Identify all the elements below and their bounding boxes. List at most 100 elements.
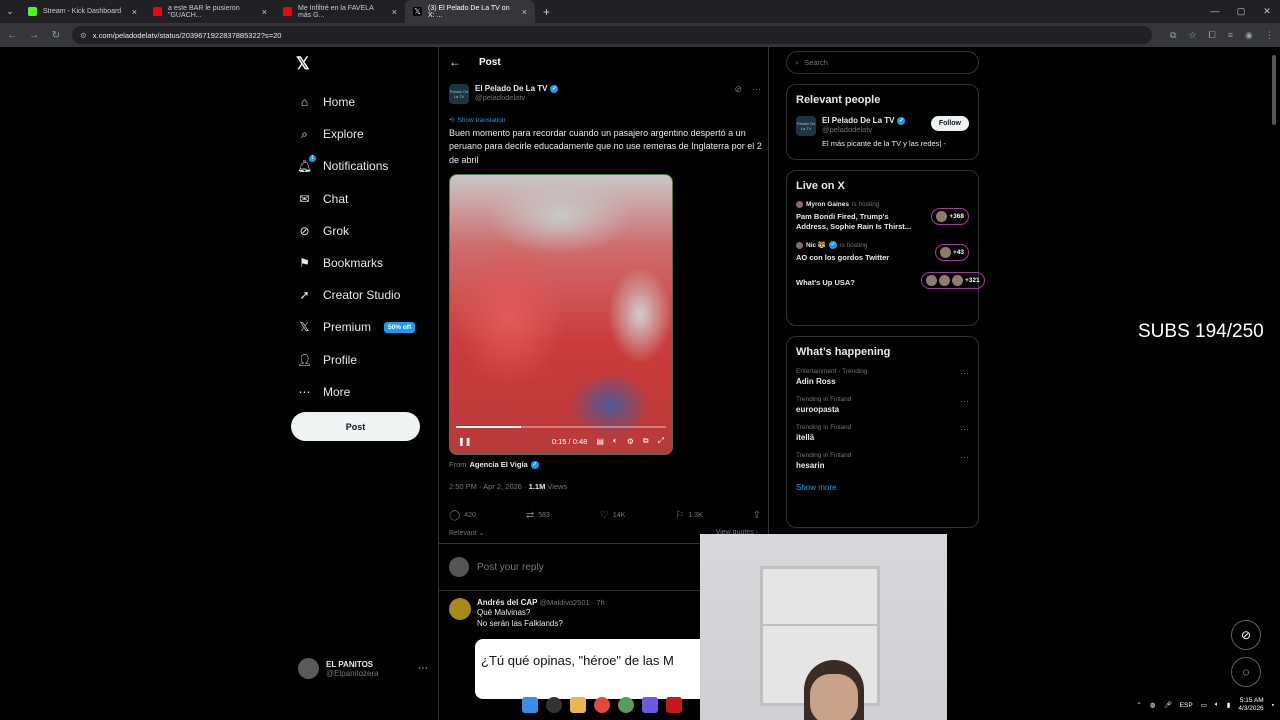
reply-sort-dropdown[interactable]: Relevant ⌄ <box>449 529 484 537</box>
app-tray-icon[interactable]: ◍ <box>1150 701 1156 709</box>
clock[interactable]: 5:15 AM 4/3/2026 <box>1238 697 1263 713</box>
volume-icon[interactable]: 🔈︎ <box>613 436 618 446</box>
reply-button[interactable]: ◯ 420 <box>449 510 476 521</box>
trend-item[interactable]: Entertainment · Trending Adin Ross ⋯ <box>796 368 969 386</box>
sidebar-item-bookmarks[interactable]: ⚑ Bookmarks <box>297 247 415 279</box>
reply-input[interactable]: Post your reply <box>477 562 544 573</box>
repost-button[interactable]: ⇄ 583 <box>526 510 550 521</box>
battery-icon[interactable]: ▮ <box>1227 701 1231 709</box>
tab-youtube-2[interactable]: Me Infiltré en la FAVELA más G... × <box>275 0 405 23</box>
sidebar-item-profile[interactable]: 👤︎ Profile <box>297 344 415 376</box>
pause-icon[interactable]: ❚❚ <box>458 437 471 446</box>
messages-floating-button[interactable]: ◌ <box>1231 657 1261 687</box>
sidebar-item-notifications[interactable]: 🔔︎ 1 Notifications <box>297 150 415 182</box>
sidebar-item-explore[interactable]: ⌕ Explore <box>297 118 415 150</box>
close-icon[interactable]: × <box>522 7 527 17</box>
media-icon[interactable]: ≡ <box>1228 30 1233 41</box>
video-player[interactable]: ❚❚ 0:15 / 0:48 ▤ 🔈︎ ⚙ ⧉ ⤢ <box>449 174 673 455</box>
trend-item[interactable]: Trending in Finland euroopasta ⋯ <box>796 396 969 414</box>
page-scrollbar[interactable] <box>1272 55 1276 125</box>
person-row[interactable]: Pelado De La TV El Pelado De La TV ✓ @pel… <box>796 116 969 136</box>
post-button[interactable]: Post <box>291 412 420 441</box>
profile-icon[interactable]: ◉ <box>1245 30 1253 41</box>
file-explorer-icon[interactable] <box>570 697 586 713</box>
close-window-icon[interactable]: ✕ <box>1254 0 1280 23</box>
star-icon[interactable]: ☆ <box>1188 30 1196 41</box>
author-name-row[interactable]: El Pelado De La TV ✓ <box>475 84 559 93</box>
follow-button[interactable]: Follow <box>930 116 969 131</box>
minimize-icon[interactable]: — <box>1202 0 1228 23</box>
fullscreen-icon[interactable]: ⤢ <box>658 436 664 446</box>
mic-icon[interactable]: 🎤︎ <box>1163 701 1171 709</box>
avatar[interactable]: Pelado De La TV <box>449 84 469 104</box>
source-name[interactable]: Agencia El Vigía <box>470 460 528 469</box>
forward-icon[interactable]: → <box>28 30 40 41</box>
show-translation-link[interactable]: ⟲ Show translation <box>449 116 506 125</box>
tab-youtube-1[interactable]: a este BAR le pusieron "GUACH... × <box>145 0 275 23</box>
listeners-pill[interactable]: +321 <box>921 272 985 289</box>
sidebar-item-premium[interactable]: 𝕏 Premium 50% off <box>297 311 416 343</box>
app-icon[interactable] <box>618 697 634 713</box>
language-indicator[interactable]: ESP <box>1180 702 1193 709</box>
back-icon[interactable]: ← <box>6 30 18 41</box>
maximize-icon[interactable]: ▢ <box>1228 0 1254 23</box>
close-icon[interactable]: × <box>132 7 137 17</box>
listeners-pill[interactable]: +368 <box>931 208 969 225</box>
network-icon[interactable]: ▭ <box>1201 701 1207 709</box>
menu-icon[interactable]: ⋮ <box>1265 30 1274 41</box>
trend-item[interactable]: Trending in Finland itellä ⋯ <box>796 424 969 442</box>
sidebar-item-home[interactable]: ⌂ Home <box>297 86 415 118</box>
back-arrow-icon[interactable]: ← <box>449 55 461 69</box>
reply-author-name[interactable]: Andrés del CAP <box>477 598 537 607</box>
sidebar-item-creator-studio[interactable]: ➚ Creator Studio <box>297 279 415 311</box>
more-icon[interactable]: ⋯ <box>418 663 428 674</box>
discord-icon[interactable] <box>642 697 658 713</box>
search-input[interactable]: ⌕ Search <box>786 51 979 74</box>
tab-kick[interactable]: Stream - Kick Dashboard × <box>20 0 145 23</box>
live-space-item[interactable]: What's Up USA? +321 <box>796 272 985 289</box>
windows-start-icon[interactable] <box>522 697 538 713</box>
x-logo[interactable]: 𝕏 <box>296 54 310 74</box>
cast-icon[interactable]: ⧉ <box>1170 30 1176 41</box>
tab-search-icon[interactable]: ⌄ <box>0 6 20 17</box>
more-icon[interactable]: ⋯ <box>960 368 969 386</box>
close-icon[interactable]: × <box>392 7 397 17</box>
settings-icon[interactable]: ⚙ <box>627 437 634 446</box>
show-more-link[interactable]: Show more <box>796 483 969 492</box>
avatar[interactable]: Pelado De La TV <box>796 116 816 136</box>
more-icon[interactable]: ⋯ <box>752 84 761 104</box>
search-icon[interactable] <box>546 697 562 713</box>
more-icon[interactable]: ⋯ <box>960 396 969 414</box>
avatar[interactable] <box>449 598 471 620</box>
live-space-item[interactable]: Nic 🐯 ✓ is hosting AO con los gordos Twitt… <box>796 241 969 263</box>
trend-item[interactable]: Trending in Finland hesarin ⋯ <box>796 452 969 470</box>
volume-icon[interactable]: 🔈︎ <box>1215 701 1219 709</box>
more-icon[interactable]: ⋯ <box>960 424 969 442</box>
captions-icon[interactable]: ▤ <box>596 437 604 446</box>
share-button[interactable]: ⇪ <box>753 510 761 521</box>
like-button[interactable]: ♡ 14K <box>600 510 625 521</box>
live-space-item[interactable]: Myron Gaines is hosting Pam Bondi Fired, … <box>796 201 969 232</box>
account-switcher[interactable]: EL PANITOS @Elpanitozera ⋯ <box>298 658 428 679</box>
listeners-pill[interactable]: +43 <box>934 243 969 261</box>
extensions-icon[interactable]: ⧠ <box>1209 30 1216 41</box>
bookmark-button[interactable]: ⚐ 1.3K <box>675 510 702 521</box>
tab-x-active[interactable]: 𝕏 (3) El Pelado De La TV on X: ... × <box>405 0 535 23</box>
app-icon[interactable] <box>666 697 682 713</box>
reload-icon[interactable]: ↻ <box>50 30 62 41</box>
more-icon[interactable]: ⋯ <box>960 452 969 470</box>
grok-floating-button[interactable]: ⊘ <box>1231 620 1261 650</box>
url-field[interactable]: ⚙ x.com/peladodelatv/status/203967192283… <box>72 26 1152 44</box>
sidebar-item-chat[interactable]: ✉ Chat <box>297 183 415 215</box>
grok-icon[interactable]: ⊘ <box>734 84 742 104</box>
notification-icon[interactable]: ▪ <box>1272 702 1274 709</box>
chrome-icon[interactable] <box>594 697 610 713</box>
site-info-icon[interactable]: ⚙ <box>80 31 87 40</box>
sidebar-item-grok[interactable]: ⊘ Grok <box>297 215 415 247</box>
close-icon[interactable]: × <box>262 7 267 17</box>
post-timestamp[interactable]: 2:50 PM · Apr 2, 2026 · <box>449 482 527 491</box>
person-name[interactable]: El Pelado De La TV <box>822 116 894 125</box>
sidebar-item-more[interactable]: ⋯ More <box>297 376 415 408</box>
new-tab-button[interactable]: + <box>543 5 550 19</box>
pip-icon[interactable]: ⧉ <box>643 436 649 446</box>
